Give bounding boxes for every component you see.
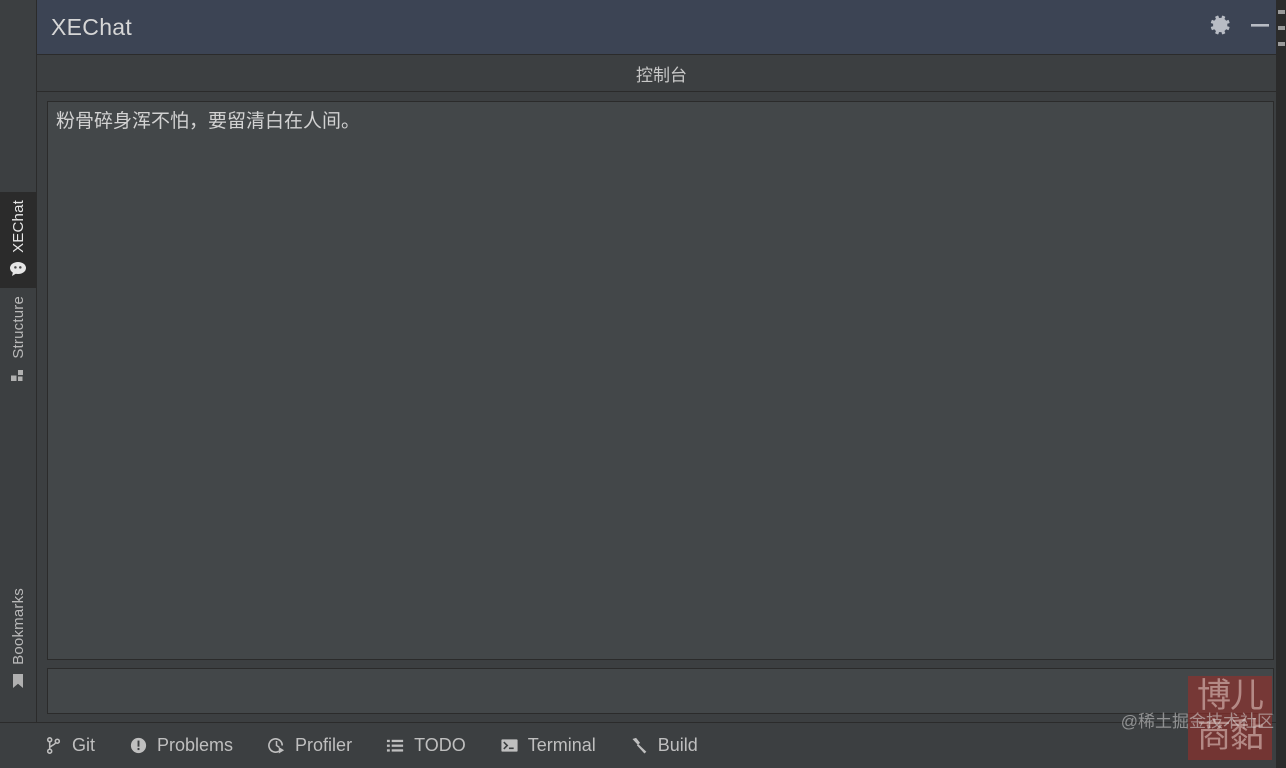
gear-icon [1207, 12, 1233, 43]
structure-grid-icon [9, 366, 27, 384]
status-bar: Git Problems Profiler TODO Terminal Buil… [0, 722, 1286, 768]
content-column: XEChat 控制台 粉骨碎身浑不怕，要留清白在人间。 [37, 0, 1286, 722]
console-output-line: 粉骨碎身浑不怕，要留清白在人间。 [56, 111, 361, 132]
message-input[interactable] [47, 668, 1274, 714]
status-label-build: Build [657, 735, 698, 755]
title-bar: XEChat [37, 0, 1286, 55]
minimize-button[interactable] [1240, 7, 1280, 47]
status-label-terminal: Terminal [527, 735, 596, 755]
sidebar-item-label-bookmarks: Bookmarks [9, 588, 27, 665]
status-item-profiler[interactable]: Profiler [267, 735, 352, 756]
settings-button[interactable] [1200, 7, 1240, 47]
console-input-wrap [47, 660, 1274, 722]
bookmark-icon [9, 672, 27, 690]
status-item-problems[interactable]: Problems [129, 735, 233, 756]
status-item-build[interactable]: Build [630, 735, 698, 756]
edge-dash-1 [1278, 10, 1285, 14]
console-output-area[interactable]: 粉骨碎身浑不怕，要留清白在人间。 [47, 101, 1274, 660]
xechat-window: XEChat Structure Bookmarks XEChat 控制台 粉骨… [0, 0, 1286, 768]
sidebar-gap [0, 393, 36, 581]
terminal-prompt-icon [500, 736, 519, 755]
window-title: XEChat [51, 13, 133, 40]
sidebar-item-bookmarks[interactable]: Bookmarks [0, 580, 36, 700]
status-label-problems: Problems [157, 735, 234, 755]
status-item-todo[interactable]: TODO [386, 735, 466, 756]
sidebar-top-spacer [0, 0, 36, 192]
sidebar-item-label-xechat: XEChat [9, 200, 27, 253]
console-title: 控制台 [636, 65, 687, 85]
list-icon [386, 736, 405, 755]
edge-dash-3 [1278, 42, 1285, 46]
git-branch-icon [44, 736, 63, 755]
left-tool-strip: XEChat Structure Bookmarks [0, 0, 37, 722]
main-region: XEChat Structure Bookmarks XEChat 控制台 粉骨… [0, 0, 1286, 722]
hammer-icon [630, 736, 649, 755]
sidebar-item-label-structure: Structure [9, 295, 27, 359]
profiler-clock-icon [267, 736, 286, 755]
console-body: 粉骨碎身浑不怕，要留清白在人间。 [37, 92, 1286, 722]
status-label-profiler: Profiler [295, 735, 353, 755]
sidebar-bottom-spacer [0, 700, 36, 722]
sidebar-item-xechat[interactable]: XEChat [0, 192, 36, 288]
sidebar-item-structure[interactable]: Structure [0, 288, 36, 394]
status-label-todo: TODO [414, 735, 466, 755]
status-item-git[interactable]: Git [44, 735, 95, 756]
right-edge-strip[interactable] [1276, 0, 1286, 768]
edge-dash-2 [1278, 26, 1285, 30]
status-item-terminal[interactable]: Terminal [500, 735, 596, 756]
warning-circle-icon [129, 736, 148, 755]
chat-bubble-icon [9, 260, 27, 278]
status-label-git: Git [72, 735, 96, 755]
minimize-icon [1247, 12, 1273, 43]
console-header: 控制台 [37, 55, 1286, 92]
